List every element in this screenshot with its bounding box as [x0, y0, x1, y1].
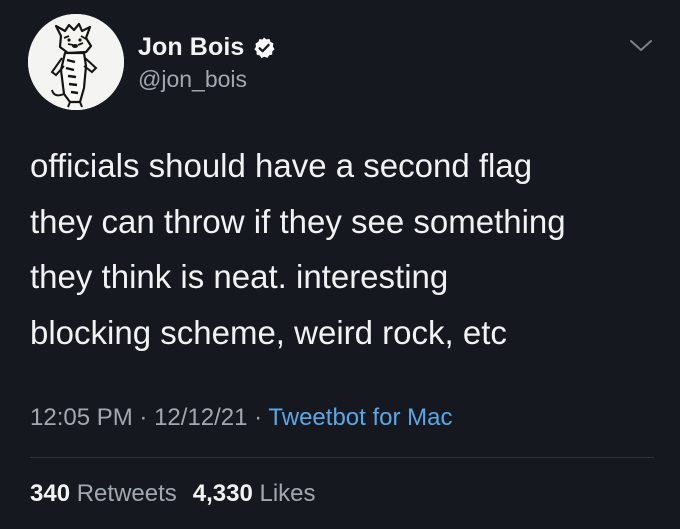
avatar[interactable] [28, 14, 124, 110]
tweet-text-line: blocking scheme, weird rock, etc [30, 313, 507, 351]
chevron-down-icon[interactable] [628, 38, 654, 54]
tweet-meta: 12:05 PM · 12/12/21 · Tweetbot for Mac [30, 404, 452, 432]
tweet-card: Jon Bois @jon_bois officials should have… [0, 0, 680, 529]
tweet-text-line: officials should have a second flag [30, 147, 533, 184]
likes-stat[interactable]: 4,330 Likes [193, 480, 316, 507]
retweets-stat[interactable]: 340 Retweets [30, 480, 177, 507]
likes-label: Likes [259, 480, 316, 507]
author-name-row: Jon Bois [138, 33, 276, 62]
retweets-count: 340 [30, 480, 71, 507]
meta-separator: · [254, 404, 263, 431]
tweet-time[interactable]: 12:05 PM [30, 404, 133, 431]
author-handle[interactable]: @jon_bois [138, 66, 247, 93]
tweet-text-line: they can throw if they see something [30, 202, 566, 240]
meta-separator: · [139, 404, 148, 431]
tweet-text: officials should have a second flag they… [30, 138, 660, 360]
likes-count: 4,330 [192, 480, 253, 507]
author-display-name[interactable]: Jon Bois [138, 33, 244, 62]
tweet-date[interactable]: 12/12/21 [154, 404, 247, 431]
verified-badge-icon [254, 37, 275, 58]
cartoon-tiger-avatar [28, 14, 124, 110]
tweet-stats: 340 Retweets 4,330 Likes [30, 480, 316, 508]
tweet-text-line: they think is neat. interesting [30, 258, 449, 295]
retweets-label: Retweets [76, 480, 177, 507]
divider [30, 457, 654, 458]
tweet-client-link[interactable]: Tweetbot for Mac [268, 404, 452, 431]
